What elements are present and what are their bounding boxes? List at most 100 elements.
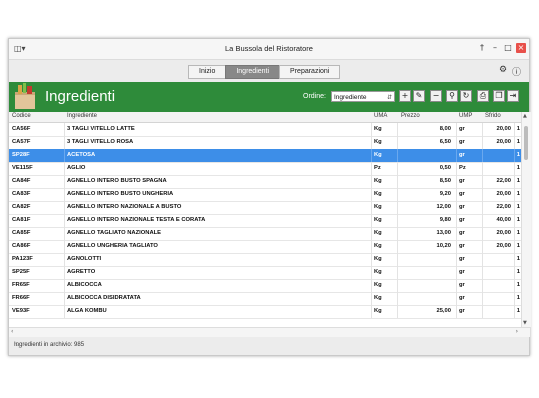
scroll-down-icon[interactable]: ▼ [523,320,527,326]
column-divider [397,240,398,253]
cell-uma: Kg [374,217,382,223]
help-icon[interactable]: ⓘ [512,65,521,78]
cell-extra: 1 [516,282,520,288]
minimize-icon[interactable]: – [490,43,500,53]
refresh-icon[interactable]: ↻ [460,90,472,102]
order-select-value: Ingrediente [334,94,367,101]
table-row[interactable]: SP28F ACETOSA Kg gr 1 [9,149,521,163]
table-row[interactable]: CA56F 3 TAGLI VITELLO LATTE Kg 8,00 gr 20,00 1 [9,123,521,137]
column-divider [482,162,483,175]
order-select[interactable]: Ingrediente ⇵ [331,91,395,102]
cell-extra: 1 [516,152,520,158]
column-divider [371,292,372,305]
vertical-scrollbar[interactable]: ▲ ▼ [521,112,531,327]
scroll-thumb[interactable] [524,126,528,160]
col-codice[interactable]: Codice [12,113,31,119]
column-divider [371,136,372,149]
cell-codice: CA86F [12,243,31,249]
col-uma[interactable]: UMA [374,113,387,119]
table-row[interactable]: CA85F AGNELLO TAGLIATO NAZIONALE Kg 13,00 gr… [9,227,521,241]
horizontal-scrollbar[interactable]: ‹ › [9,327,530,337]
cell-prezzo: 10,20 [436,243,451,249]
edit-icon[interactable]: ✎ [413,90,425,102]
table-row[interactable]: CA83F AGNELLO INTERO BUSTO UNGHERIA Kg 9,20… [9,188,521,202]
close-icon[interactable]: × [516,43,526,53]
table-row[interactable]: PA123F AGNOLOTTI Kg gr 1 [9,253,521,267]
cell-sfrido: 20,00 [496,139,511,145]
table-row[interactable]: CA57F 3 TAGLI VITELLO ROSA Kg 6,50 gr 20,00 1 [9,136,521,150]
column-divider [456,214,457,227]
cell-sfrido: 20,00 [496,191,511,197]
column-divider [482,305,483,318]
table-row[interactable]: FR65F ALBICOCCA Kg gr 1 [9,279,521,293]
cell-uma: Kg [374,282,382,288]
tab-ingredienti[interactable]: Ingredienti [225,65,281,79]
column-divider [482,214,483,227]
resize-grip-icon[interactable]: ⋱ [14,342,526,353]
column-divider [482,188,483,201]
maximize-icon[interactable]: □ [503,43,513,53]
top-toolbar: Inizio Ingredienti Preparazioni ⚙ ⓘ [9,60,529,82]
column-divider [64,188,65,201]
cell-codice: VE93F [12,308,30,314]
column-divider [456,175,457,188]
table-row[interactable]: FR66F ALBICOCCA DISIDRATATA Kg gr 1 [9,292,521,306]
cell-ingrediente: AGNELLO INTERO BUSTO UNGHERIA [67,191,174,197]
column-divider [456,266,457,279]
add-icon[interactable]: + [399,90,411,102]
table-row[interactable]: SP25F AGRETTO Kg gr 1 [9,266,521,280]
table-row[interactable]: CA81F AGNELLO INTERO NAZIONALE TESTA E CO… [9,214,521,228]
pin-icon[interactable]: † [477,43,487,53]
column-divider [64,266,65,279]
gear-icon[interactable]: ⚙ [499,65,507,75]
tab-preparazioni[interactable]: Preparazioni [279,65,341,79]
print-icon[interactable]: ⎙ [477,90,489,102]
copy-icon[interactable]: ❐ [493,90,505,102]
scroll-right-icon[interactable]: › [516,328,518,335]
remove-icon[interactable]: − [430,90,442,102]
cell-extra: 1 [516,139,520,145]
table-row[interactable]: VE115F AGLIO Pz 0,50 Pz 1 [9,162,521,176]
col-ingrediente[interactable]: Ingrediente [67,113,97,119]
table-row[interactable]: CA86F AGNELLO UNGHERIA TAGLIATO Kg 10,20 gr 2… [9,240,521,254]
col-sfrido[interactable]: Sfrido [485,113,501,119]
cell-ingrediente: ALGA KOMBU [67,308,107,314]
cell-ump: gr [459,139,465,145]
cell-ingrediente: ALBICOCCA DISIDRATATA [67,295,141,301]
column-divider [64,175,65,188]
column-divider [514,136,515,149]
table-row[interactable]: CA82F AGNELLO INTERO NAZIONALE A BUSTO Kg 1… [9,201,521,215]
column-divider [482,149,483,162]
column-divider [456,292,457,305]
search-icon[interactable]: ⚲ [446,90,458,102]
column-divider [456,136,457,149]
column-divider [371,188,372,201]
cell-uma: Pz [374,165,381,171]
column-divider [397,292,398,305]
export-icon[interactable]: ⇥ [507,90,519,102]
column-divider [397,214,398,227]
column-divider [397,188,398,201]
cell-sfrido: 20,00 [496,126,511,132]
cell-extra: 1 [516,269,520,275]
cell-prezzo: 25,00 [436,308,451,314]
scroll-left-icon[interactable]: ‹ [11,328,13,335]
column-divider [371,240,372,253]
cell-ump: gr [459,269,465,275]
tab-inizio[interactable]: Inizio [188,65,227,79]
cell-codice: CA84F [12,178,31,184]
column-divider [456,188,457,201]
col-ump[interactable]: UMP [459,113,472,119]
table-row[interactable]: CA84F AGNELLO INTERO BUSTO SPAGNA Kg 8,50 gr… [9,175,521,189]
cell-ingrediente: AGLIO [67,165,86,171]
table-row[interactable]: VE93F ALGA KOMBU Kg 25,00 gr 1 [9,305,521,319]
cell-uma: Kg [374,178,382,184]
cell-ingrediente: AGNOLOTTI [67,256,102,262]
cell-codice: CA81F [12,217,31,223]
chevron-updown-icon: ⇵ [386,94,392,101]
cell-ingrediente: AGNELLO INTERO BUSTO SPAGNA [67,178,167,184]
col-prezzo[interactable]: Prezzo [401,113,420,119]
cell-ingrediente: AGNELLO INTERO NAZIONALE A BUSTO [67,204,182,210]
grocery-bag-icon [15,83,35,109]
scroll-up-icon[interactable]: ▲ [523,113,527,119]
